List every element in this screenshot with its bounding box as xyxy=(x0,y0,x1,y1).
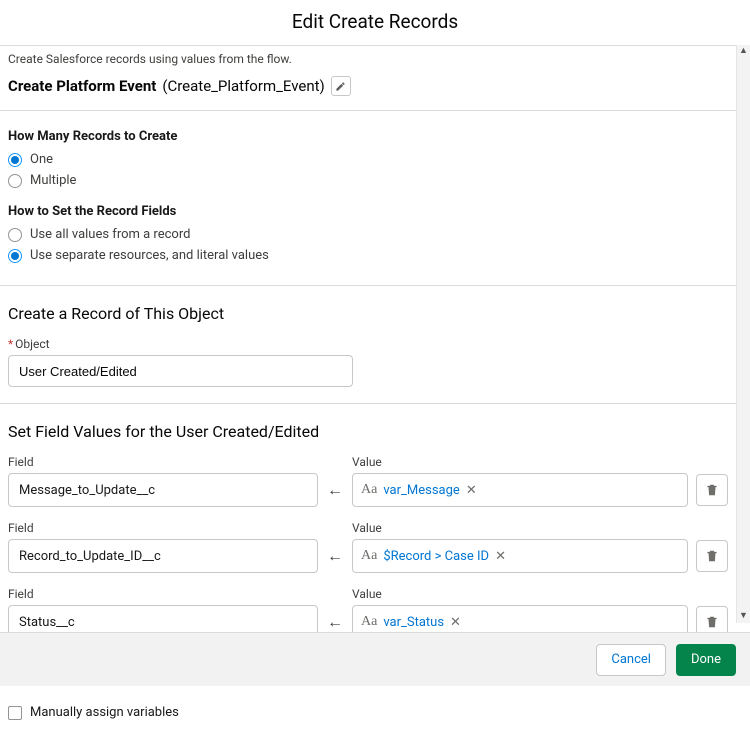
how-set-label: How to Set the Record Fields xyxy=(8,204,728,219)
text-type-icon: Aa xyxy=(361,548,377,564)
field-values-heading: Set Field Values for the User Created/Ed… xyxy=(8,422,728,441)
value-resource: $Record > Case ID xyxy=(383,549,489,564)
radio-icon xyxy=(8,228,22,242)
scroll-down-icon[interactable]: ▼ xyxy=(739,610,748,623)
pencil-icon xyxy=(335,81,346,92)
value-input[interactable]: Aa $Record > Case ID ✕ xyxy=(352,539,688,573)
element-name-row: Create Platform Event (Create_Platform_E… xyxy=(0,72,736,111)
done-button[interactable]: Done xyxy=(676,644,736,676)
object-section-heading: Create a Record of This Object xyxy=(8,304,728,323)
dialog-footer: Cancel Done xyxy=(0,632,750,686)
radio-option-all-values[interactable]: Use all values from a record xyxy=(8,227,728,242)
value-resource: var_Message xyxy=(383,483,459,498)
text-type-icon: Aa xyxy=(361,482,377,498)
radio-icon xyxy=(8,174,22,188)
arrow-left-icon: ← xyxy=(326,546,344,573)
clear-icon[interactable]: ✕ xyxy=(466,483,477,498)
radio-label: One xyxy=(30,152,53,167)
field-row: Field Record_to_Update_ID__c ← Value Aa … xyxy=(8,521,728,573)
checkbox-icon xyxy=(8,706,22,720)
radio-option-multiple[interactable]: Multiple xyxy=(8,173,728,188)
radio-icon xyxy=(8,249,22,263)
field-header: Field xyxy=(8,587,318,601)
trash-icon xyxy=(705,615,719,629)
intro-text: Create Salesforce records using values f… xyxy=(0,46,736,72)
how-many-section: How Many Records to Create One Multiple … xyxy=(0,111,736,286)
scroll-up-icon[interactable]: ▲ xyxy=(739,45,748,58)
field-input[interactable]: Record_to_Update_ID__c xyxy=(8,539,318,573)
value-input[interactable]: Aa var_Message ✕ xyxy=(352,473,688,507)
value-header: Value xyxy=(352,587,688,601)
object-section: Create a Record of This Object Object xyxy=(0,286,736,404)
radio-label: Use all values from a record xyxy=(30,227,190,242)
radio-option-one[interactable]: One xyxy=(8,152,728,167)
radio-label: Use separate resources, and literal valu… xyxy=(30,248,269,263)
radio-option-separate[interactable]: Use separate resources, and literal valu… xyxy=(8,248,728,263)
field-header: Field xyxy=(8,521,318,535)
element-label: Create Platform Event xyxy=(8,77,156,95)
field-input[interactable]: Message_to_Update__c xyxy=(8,473,318,507)
radio-label: Multiple xyxy=(30,173,76,188)
object-input[interactable] xyxy=(8,355,353,387)
delete-row-button[interactable] xyxy=(696,540,728,572)
trash-icon xyxy=(705,549,719,563)
cancel-button[interactable]: Cancel xyxy=(596,644,666,676)
dialog-title: Edit Create Records xyxy=(0,0,750,45)
manual-assign-label: Manually assign variables xyxy=(30,705,179,720)
radio-icon xyxy=(8,153,22,167)
object-field-label: Object xyxy=(8,337,728,351)
value-resource: var_Status xyxy=(383,615,444,630)
value-header: Value xyxy=(352,455,688,469)
manual-assign-row[interactable]: Manually assign variables xyxy=(8,705,728,720)
clear-icon[interactable]: ✕ xyxy=(450,615,461,630)
field-values-section: Set Field Values for the User Created/Ed… xyxy=(0,404,736,736)
value-header: Value xyxy=(352,521,688,535)
vertical-scrollbar[interactable]: ▲ ▼ xyxy=(736,45,750,623)
element-api-name: (Create_Platform_Event) xyxy=(162,77,324,95)
arrow-left-icon: ← xyxy=(326,480,344,507)
trash-icon xyxy=(705,483,719,497)
field-header: Field xyxy=(8,455,318,469)
clear-icon[interactable]: ✕ xyxy=(495,549,506,564)
field-row: Field Message_to_Update__c ← Value Aa va… xyxy=(8,455,728,507)
how-many-label: How Many Records to Create xyxy=(8,129,728,144)
text-type-icon: Aa xyxy=(361,614,377,630)
edit-name-button[interactable] xyxy=(331,76,351,96)
delete-row-button[interactable] xyxy=(696,474,728,506)
